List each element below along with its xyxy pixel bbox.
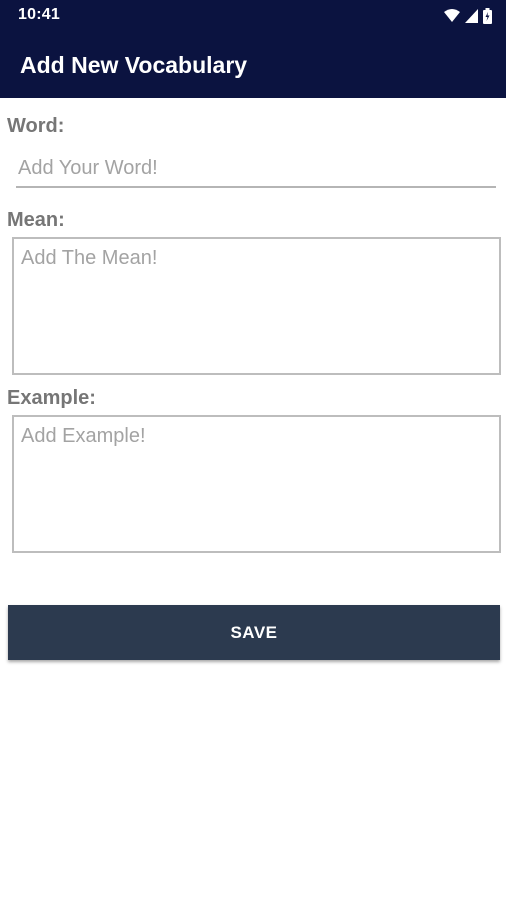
app-screen: 10:41 Add New Vocabulary Word: Add Your … <box>0 0 506 900</box>
signal-icon <box>465 9 478 23</box>
mean-label: Mean: <box>7 209 65 231</box>
wifi-icon <box>444 9 460 23</box>
page-title: Add New Vocabulary <box>20 52 248 78</box>
battery-icon <box>483 8 492 24</box>
status-time: 10:41 <box>18 6 60 23</box>
status-bar: 10:41 <box>0 0 506 32</box>
save-button[interactable]: SAVE <box>8 605 500 660</box>
app-bar: Add New Vocabulary <box>0 32 506 98</box>
word-input[interactable] <box>16 150 496 188</box>
mean-textarea[interactable] <box>12 237 501 375</box>
example-label: Example: <box>7 387 96 409</box>
example-textarea[interactable] <box>12 415 501 553</box>
word-label: Word: <box>7 115 65 137</box>
status-icons <box>444 7 492 25</box>
